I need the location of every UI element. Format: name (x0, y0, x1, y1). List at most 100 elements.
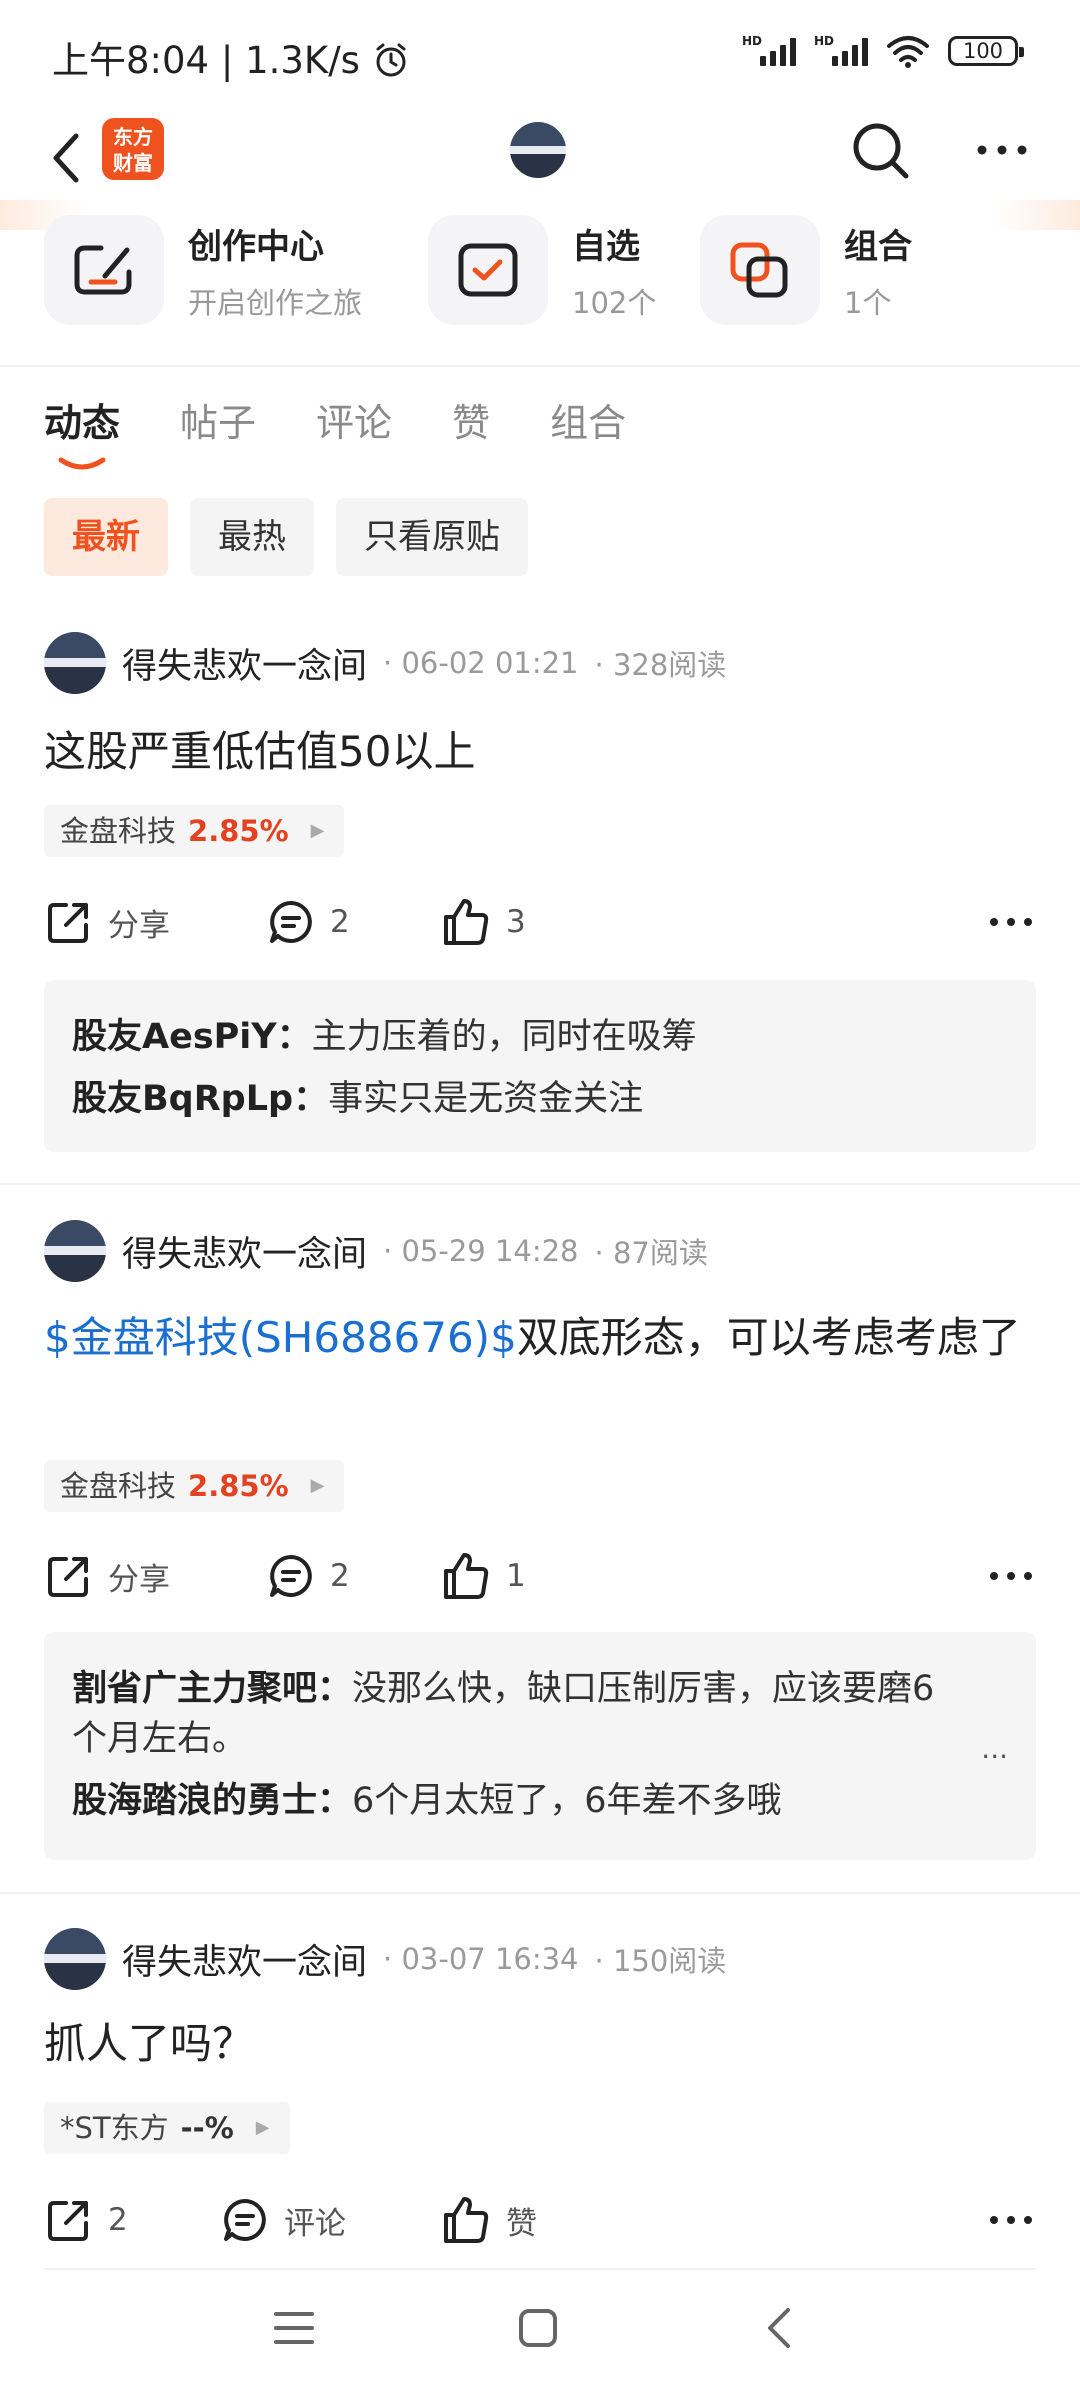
stock-name: *ST东方 (60, 2111, 169, 2145)
post-date: · 05-29 14:28 (383, 1234, 579, 1268)
stock-change: 2.85% (188, 1469, 289, 1503)
status-indicators: HD HD 100 (742, 34, 1024, 68)
watchlist-icon (428, 215, 548, 325)
portfolio-entry[interactable]: 组合 1个 (700, 215, 912, 325)
tab-indicator (58, 457, 106, 470)
filter-chips: 最新 最热 只看原贴 (44, 498, 528, 576)
watchlist-entry[interactable]: 自选 102个 (428, 215, 656, 325)
play-arrow-icon: ▶ (310, 820, 325, 841)
post-actions: 2 评论 赞 (44, 2190, 1036, 2250)
stock-name: 金盘科技 (60, 1469, 177, 1503)
post-header: 得失悲欢一念间 · 05-29 14:28 · 87阅读 (44, 1218, 708, 1284)
avatar[interactable] (510, 122, 566, 178)
tab-likes[interactable]: 赞 (452, 392, 490, 447)
post-content[interactable]: 这股严重低估值50以上 (44, 720, 1044, 784)
author-name[interactable]: 得失悲欢一念间 (122, 1934, 367, 1985)
like-button[interactable]: 1 (440, 1546, 526, 1606)
alarm-icon (376, 43, 406, 77)
comment-item: 股友BqRpLp：事实只是无资金关注 (72, 1079, 644, 1119)
comment-icon (270, 901, 312, 943)
tab-comments[interactable]: 评论 (316, 392, 392, 447)
signal-icon: HD (742, 34, 796, 66)
comment-preview[interactable]: 割省广主力聚吧：没那么快，缺口压制厉害，应该要磨6个月左右。 股海踏浪的勇士：6… (44, 1632, 1036, 1860)
like-button[interactable]: 3 (440, 892, 526, 952)
top-nav: 东方 财富 (0, 110, 1080, 210)
app-logo[interactable]: 东方 财富 (102, 118, 164, 180)
share-button[interactable]: 分享 (44, 892, 170, 952)
more-icon[interactable] (972, 130, 1032, 170)
stock-link[interactable]: $金盘科技(SH688676)$ (44, 1313, 517, 1362)
quick-entries: 创作中心 开启创作之旅 自选 102个 组合 1个 (0, 215, 1080, 335)
share-button[interactable]: 2 (44, 2190, 128, 2250)
creation-center-entry[interactable]: 创作中心 开启创作之旅 (44, 215, 362, 325)
stock-tag[interactable]: 金盘科技 2.85% ▶ (44, 805, 345, 857)
play-arrow-icon: ▶ (310, 1475, 325, 1496)
comment-item: 割省广主力聚吧：没那么快，缺口压制厉害，应该要磨6个月左右。 (72, 1669, 935, 1759)
share-button[interactable]: 分享 (44, 1546, 170, 1606)
stock-name: 金盘科技 (60, 814, 177, 848)
author-name[interactable]: 得失悲欢一念间 (122, 1226, 367, 1277)
thumbs-up-icon (444, 1553, 489, 1599)
system-navigation-bar (0, 2290, 1080, 2380)
divider (0, 1892, 1080, 1894)
back-nav-icon[interactable] (760, 2306, 800, 2350)
quick-sub: 1个 (844, 285, 892, 320)
tab-activity[interactable]: 动态 (44, 392, 120, 470)
post-date: · 03-07 16:34 (383, 1942, 579, 1976)
home-icon[interactable] (516, 2306, 560, 2350)
post-date: · 06-02 01:21 (383, 646, 579, 680)
quick-title: 创作中心 (188, 226, 324, 267)
back-icon[interactable] (42, 128, 92, 188)
like-button[interactable]: 赞 (440, 2190, 537, 2250)
read-count: · 328阅读 (594, 648, 727, 682)
read-count: · 87阅读 (594, 1236, 708, 1270)
post-header: 得失悲欢一念间 · 03-07 16:34 · 150阅读 (44, 1926, 726, 1992)
comment-button[interactable]: 2 (266, 892, 350, 952)
comment-icon (224, 2199, 266, 2241)
comment-button[interactable]: 2 (266, 1546, 350, 1606)
filter-latest[interactable]: 最新 (44, 498, 168, 576)
comment-preview[interactable]: 股友AesPiY：主力压着的，同时在吸筹 股友BqRpLp：事实只是无资金关注 (44, 980, 1036, 1152)
status-bar: 上午8:04 | 1.3K/s HD HD 100 (0, 0, 1080, 110)
menu-icon[interactable] (272, 2308, 316, 2348)
tab-bar: 动态 帖子 评论 赞 组合 (44, 392, 626, 470)
author-name[interactable]: 得失悲欢一念间 (122, 638, 367, 689)
comment-button[interactable]: 评论 (220, 2190, 346, 2250)
post-content[interactable]: 抓人了吗？ (44, 2012, 1044, 2076)
quick-sub: 102个 (572, 285, 657, 320)
quick-title: 组合 (844, 226, 912, 267)
post-content[interactable]: $金盘科技(SH688676)$双底形态，可以考虑考虑了 (44, 1306, 1044, 1370)
quick-title: 自选 (572, 226, 640, 267)
play-arrow-icon: ▶ (255, 2117, 270, 2138)
comment-more-indicator[interactable]: ... (981, 1732, 1008, 1765)
avatar[interactable] (44, 1928, 106, 1990)
read-count: · 150阅读 (594, 1944, 727, 1978)
avatar[interactable] (44, 632, 106, 694)
portfolio-icon (700, 215, 820, 325)
signal-icon: HD (814, 34, 868, 66)
wifi-icon (887, 36, 929, 68)
status-time: 上午8:04 | 1.3K/s (52, 30, 410, 84)
search-icon[interactable] (848, 118, 914, 184)
stock-change: 2.85% (188, 814, 289, 848)
comment-item: 股海踏浪的勇士：6个月太短了，6年差不多哦 (72, 1781, 782, 1821)
stock-tag[interactable]: *ST东方 --% ▶ (44, 2102, 290, 2154)
battery-icon: 100 (948, 36, 1024, 66)
more-icon[interactable] (986, 1556, 1036, 1596)
share-icon (48, 2201, 88, 2241)
thumbs-up-icon (444, 2197, 489, 2243)
stock-change: --% (180, 2111, 234, 2145)
tab-portfolio[interactable]: 组合 (550, 392, 626, 447)
stock-tag[interactable]: 金盘科技 2.85% ▶ (44, 1460, 345, 1512)
more-icon[interactable] (986, 902, 1036, 942)
divider (44, 2268, 1036, 2270)
tab-posts[interactable]: 帖子 (180, 392, 256, 447)
filter-hot[interactable]: 最热 (190, 498, 314, 576)
share-icon (48, 1557, 88, 1597)
more-icon[interactable] (986, 2200, 1036, 2240)
creation-icon (44, 215, 164, 325)
divider (0, 365, 1080, 367)
share-icon (48, 903, 88, 943)
avatar[interactable] (44, 1220, 106, 1282)
filter-original-only[interactable]: 只看原贴 (336, 498, 528, 576)
